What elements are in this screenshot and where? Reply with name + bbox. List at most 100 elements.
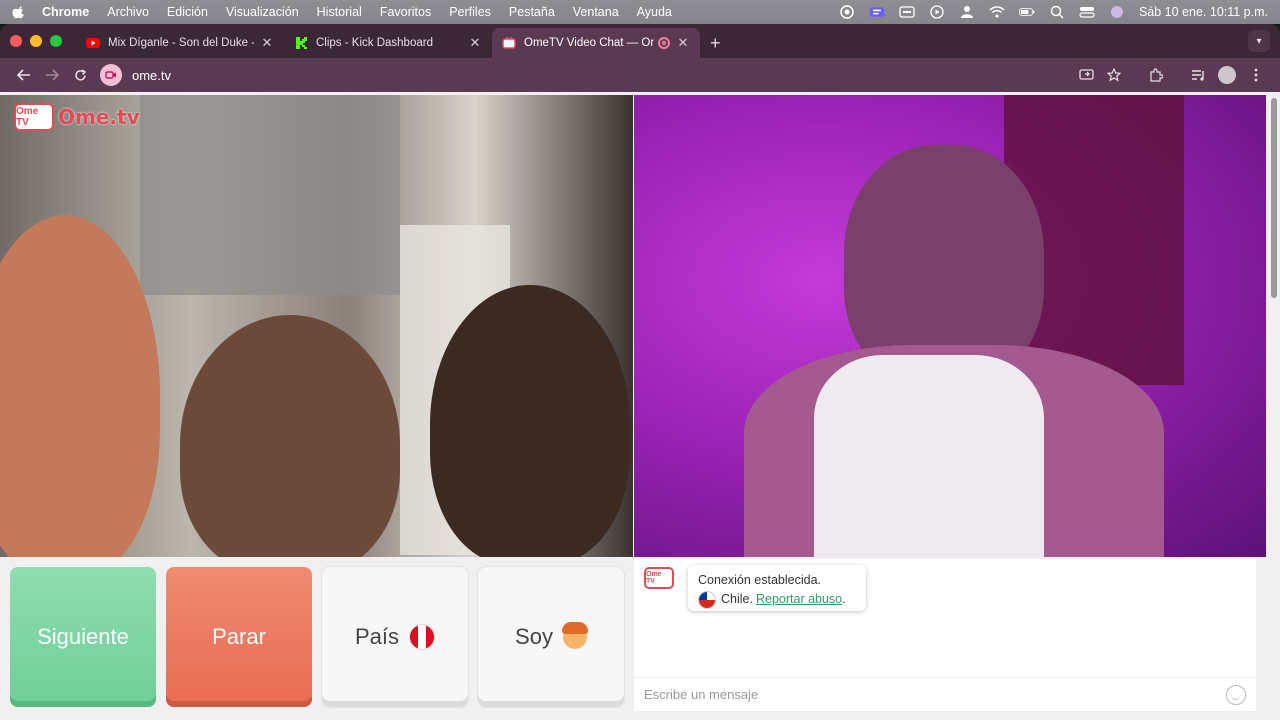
arrow-left-icon <box>17 69 30 81</box>
star-icon <box>1107 68 1121 82</box>
media-controls-button[interactable] <box>1184 61 1212 89</box>
profile-avatar[interactable] <box>1218 66 1236 84</box>
local-video: Ome TV Ome.tv <box>0 95 633 557</box>
ometv-logo: Ome TV Ome.tv <box>14 103 140 131</box>
ometv-page: Ome TV Ome.tv Siguiente Parar País Soy O… <box>0 92 1280 720</box>
cast-icon <box>1078 69 1094 80</box>
gender-button[interactable]: Soy <box>478 567 624 707</box>
reload-button[interactable] <box>66 61 94 89</box>
tab-youtube[interactable]: Mix Díganle - Son del Duke - ✕ <box>76 28 284 58</box>
country-button-label: País <box>354 624 400 649</box>
stop-button[interactable]: Parar <box>166 567 312 707</box>
control-center-icon[interactable] <box>1079 5 1095 19</box>
emoji-picker-icon[interactable] <box>1226 684 1246 705</box>
battery-icon[interactable] <box>1019 5 1035 19</box>
extensions-button[interactable] <box>1142 61 1170 89</box>
recording-indicator-icon <box>658 37 670 49</box>
user-icon[interactable] <box>959 5 975 19</box>
next-button-label: Siguiente <box>37 624 129 649</box>
more-vertical-icon <box>1254 68 1258 82</box>
peru-flag-icon <box>409 624 436 650</box>
menubar-clock[interactable]: Sáb 10 ene. 10:11 p.m. <box>1139 5 1268 19</box>
stop-button-label: Parar <box>212 624 266 649</box>
menu-pestana[interactable]: Pestaña <box>509 5 555 19</box>
cast-button[interactable] <box>1072 61 1100 89</box>
status-area: Sáb 10 ene. 10:11 p.m. <box>839 5 1268 19</box>
keyboard-icon[interactable] <box>899 5 915 19</box>
screen-mirroring-icon[interactable] <box>869 5 885 19</box>
menu-visualizacion[interactable]: Visualización <box>226 5 299 19</box>
connection-status: Conexión establecida. <box>698 573 821 587</box>
video-person <box>180 315 400 557</box>
video-person <box>0 215 160 557</box>
address-url: ome.tv <box>132 67 172 83</box>
new-tab-button[interactable]: + <box>700 28 731 58</box>
page-scrollbar[interactable] <box>1270 98 1278 706</box>
browser-toolbar: ome.tv <box>0 58 1280 92</box>
chat-message-input[interactable] <box>644 687 1226 702</box>
system-message: Conexión establecida. Chile. Reportar ab… <box>688 565 866 611</box>
menu-ventana[interactable]: Ventana <box>573 5 619 19</box>
video-person <box>430 285 630 557</box>
report-abuse-link[interactable]: Reportar abuso <box>756 590 842 609</box>
bookmark-button[interactable] <box>1100 61 1128 89</box>
ometv-icon <box>502 36 516 49</box>
macos-menubar: Chrome Archivo Edición Visualización His… <box>0 0 1280 24</box>
site-info-icon[interactable] <box>100 64 122 86</box>
tab-strip: Mix Díganle - Son del Duke - ✕ Clips - K… <box>0 24 1280 58</box>
wifi-icon[interactable] <box>989 5 1005 19</box>
kick-icon <box>296 37 307 49</box>
tab-title: Clips - Kick Dashboard <box>316 37 433 49</box>
country-button[interactable]: País <box>322 567 468 707</box>
address-bar[interactable]: ome.tv <box>100 61 1064 89</box>
spotlight-search-icon[interactable] <box>1049 5 1065 19</box>
minimize-window-button[interactable] <box>30 35 42 47</box>
forward-button[interactable] <box>38 61 66 89</box>
chat-panel: Ome TV Conexión establecida. Chile. Repo… <box>634 559 1256 711</box>
close-tab-icon[interactable]: ✕ <box>468 35 482 51</box>
remote-video <box>634 95 1266 557</box>
arrow-right-icon <box>46 69 59 81</box>
close-window-button[interactable] <box>10 35 22 47</box>
menu-edicion[interactable]: Edición <box>167 5 208 19</box>
gender-button-label: Soy <box>515 624 553 649</box>
close-tab-icon[interactable]: ✕ <box>260 35 274 51</box>
tab-search-button[interactable]: ▾ <box>1248 30 1270 52</box>
reload-icon <box>74 68 86 81</box>
video-background <box>140 95 400 295</box>
apple-icon[interactable] <box>12 5 26 19</box>
youtube-icon <box>86 38 100 48</box>
menu-perfiles[interactable]: Perfiles <box>449 5 491 19</box>
chile-flag-icon <box>698 590 716 609</box>
maximize-window-button[interactable] <box>50 35 62 47</box>
ometv-logo-tv: Ome TV <box>14 103 54 131</box>
menu-archivo[interactable]: Archivo <box>107 5 149 19</box>
next-button[interactable]: Siguiente <box>10 567 156 707</box>
tab-title: Mix Díganle - Son del Duke - <box>108 37 254 49</box>
creative-cloud-icon[interactable] <box>839 5 855 19</box>
tab-title: OmeTV Video Chat — Om <box>524 37 654 49</box>
partner-country: Chile. <box>721 592 753 606</box>
play-circle-icon[interactable] <box>929 5 945 19</box>
menu-ayuda[interactable]: Ayuda <box>637 5 672 19</box>
video-shirt <box>814 355 1044 557</box>
menu-historial[interactable]: Historial <box>317 5 362 19</box>
tab-kick[interactable]: Clips - Kick Dashboard ✕ <box>284 28 492 58</box>
report-suffix: . <box>842 592 846 606</box>
window-controls <box>8 24 62 58</box>
menu-favoritos[interactable]: Favoritos <box>380 5 431 19</box>
puzzle-icon <box>1150 68 1163 82</box>
chrome-menu-button[interactable] <box>1242 61 1270 89</box>
siri-icon[interactable] <box>1109 5 1125 19</box>
chat-input-row <box>634 677 1256 711</box>
partner-country-row: Chile. Reportar abuso . <box>698 590 856 609</box>
boy-emoji-icon <box>561 622 588 649</box>
tab-ometv[interactable]: OmeTV Video Chat — Om ✕ <box>492 28 700 58</box>
close-tab-icon[interactable]: ✕ <box>676 35 690 51</box>
back-button[interactable] <box>10 61 38 89</box>
menu-app-name[interactable]: Chrome <box>42 5 89 19</box>
ometv-wordmark: Ome.tv <box>58 105 140 129</box>
browser-window: Mix Díganle - Son del Duke - ✕ Clips - K… <box>0 24 1280 720</box>
ometv-avatar-icon: Ome TV <box>644 567 674 589</box>
scrollbar-thumb[interactable] <box>1271 98 1277 298</box>
